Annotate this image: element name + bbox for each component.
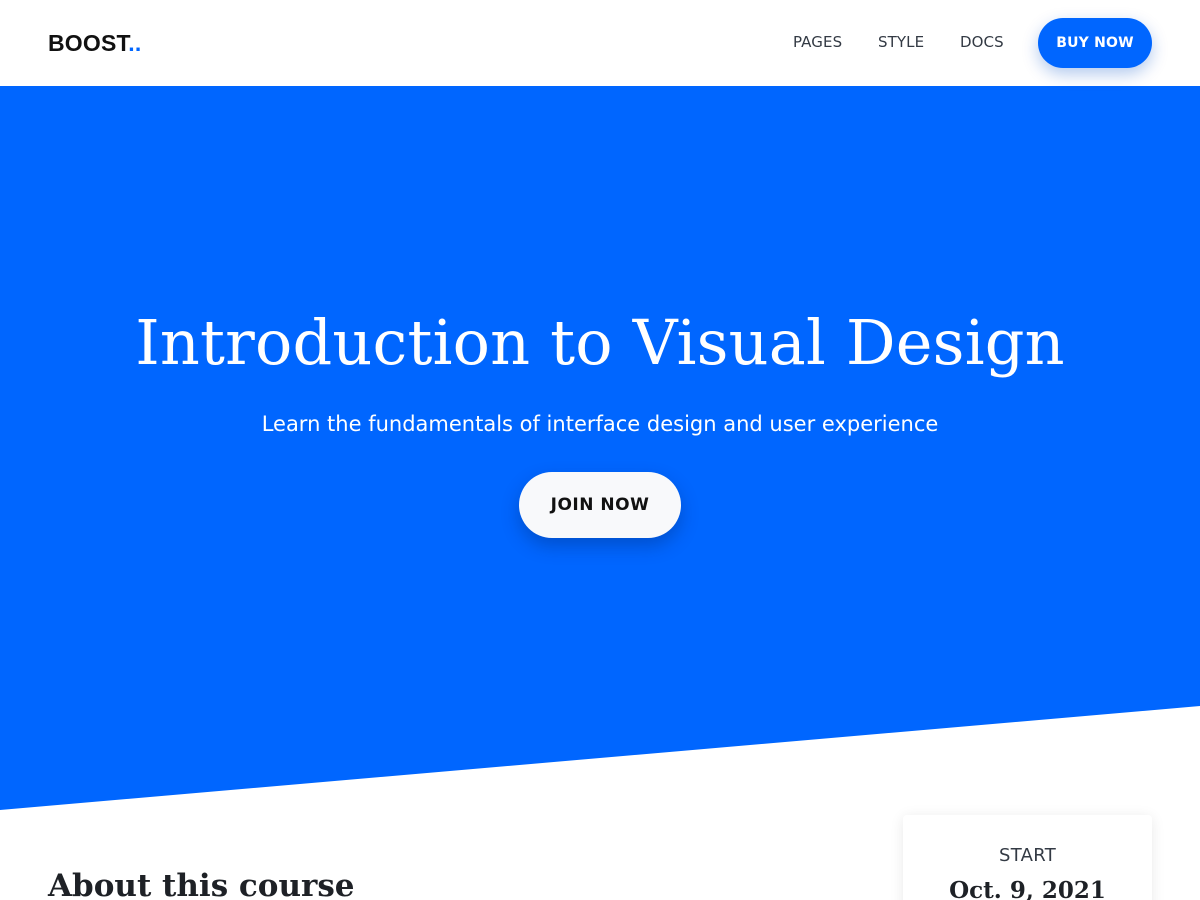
hero-title: Introduction to Visual Design [135,306,1065,379]
join-now-button[interactable]: JOIN NOW [519,472,681,538]
nav-link-style[interactable]: STYLE [878,33,924,51]
buy-now-button[interactable]: BUY NOW [1038,18,1152,68]
nav-link-pages[interactable]: PAGES [793,33,842,51]
brand-text: BOOST [48,30,129,56]
hero-section: Introduction to Visual Design Learn the … [0,86,1200,810]
hero-subtitle: Learn the fundamentals of interface desi… [261,412,939,436]
brand-logo[interactable]: BOOST.. [48,30,141,57]
start-date: Oct. 9, 2021 [949,877,1106,900]
page: BOOST.. PAGES STYLE DOCS BUY NOW Introdu… [0,0,1200,900]
about-heading: About this course [48,868,355,900]
start-date-card: START Oct. 9, 2021 [903,815,1152,900]
nav-link-docs[interactable]: DOCS [960,33,1004,51]
start-label: START [998,845,1057,866]
brand-dots: .. [128,30,142,56]
top-navbar: BOOST.. PAGES STYLE DOCS BUY NOW [0,0,1200,86]
